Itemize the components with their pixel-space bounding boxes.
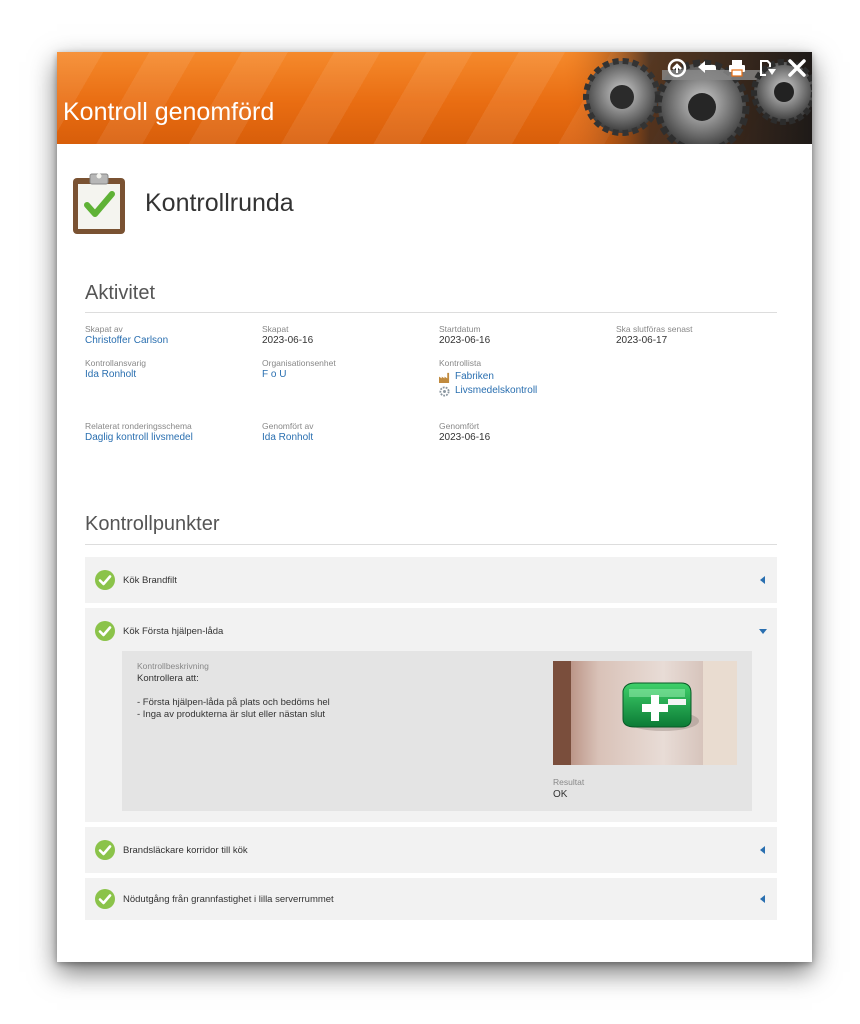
gear-icon <box>439 385 450 397</box>
field-kontrollansvarig: Kontrollansvarig Ida Ronholt <box>85 358 146 381</box>
field-label: Kontrollista <box>439 358 482 368</box>
back-arrow-icon <box>698 61 716 73</box>
schedule-link[interactable]: Daglig kontroll livsmedel <box>85 432 193 444</box>
checklist-item-livsmedel[interactable]: Livsmedelskontroll <box>439 385 537 397</box>
check-circle-icon <box>95 621 115 641</box>
chevron-left-icon <box>760 895 765 903</box>
responsible-link[interactable]: Ida Ronholt <box>85 369 146 381</box>
export-button[interactable] <box>756 57 778 79</box>
checkpoint-header[interactable]: Brandsläckare korridor till kök <box>85 827 777 873</box>
header-toolbar <box>666 57 808 79</box>
page-heading: Kontrollrunda <box>73 172 294 234</box>
description-line: - Första hjälpen-låda på plats och bedöm… <box>137 697 330 708</box>
chevron-left-icon <box>760 846 765 854</box>
dialog-header: Kontroll genomförd <box>57 52 812 144</box>
page-title: Kontrollrunda <box>145 188 294 217</box>
close-icon <box>788 59 806 77</box>
description-line: - Inga av produkterna är slut eller näst… <box>137 709 325 720</box>
checklist-link: Fabriken <box>455 371 494 382</box>
field-value: 2023-06-16 <box>262 335 314 346</box>
field-skapat-av: Skapat av Christoffer Carlson <box>85 324 168 347</box>
performed-by-link[interactable]: Ida Ronholt <box>262 432 314 444</box>
org-unit-link[interactable]: F o U <box>262 369 336 381</box>
dialog-title: Kontroll genomförd <box>63 98 275 126</box>
checkpoint-header[interactable]: Nödutgång från grannfastighet i lilla se… <box>85 878 777 920</box>
field-genomfort: Genomfört 2023-06-16 <box>439 421 490 444</box>
activity-section-title: Aktivitet <box>85 282 156 304</box>
print-icon <box>729 60 745 77</box>
field-label: Genomfört <box>439 421 480 431</box>
field-relaterat: Relaterat ronderingsschema Daglig kontro… <box>85 421 193 444</box>
check-circle-icon <box>95 889 115 909</box>
first-aid-box-photo[interactable] <box>553 661 737 765</box>
chevron-down-icon <box>759 629 767 634</box>
checklist-link: Livsmedelskontroll <box>455 385 538 396</box>
field-label: Kontrollansvarig <box>85 358 146 368</box>
activity-divider <box>85 312 777 313</box>
chevron-left-icon <box>760 576 765 584</box>
result-label: Resultat <box>553 777 585 787</box>
checkpoints-divider <box>85 544 777 545</box>
checkpoint-label: Nödutgång från grannfastighet i lilla se… <box>123 893 334 905</box>
checklist-item-fabriken[interactable]: Fabriken <box>439 371 537 383</box>
checkpoints-section-title: Kontrollpunkter <box>85 513 220 535</box>
check-circle-icon <box>95 840 115 860</box>
created-by-link[interactable]: Christoffer Carlson <box>85 335 168 347</box>
field-genomfort-av: Genomfört av Ida Ronholt <box>262 421 314 444</box>
field-label: Ska slutföras senast <box>616 324 693 334</box>
share-button[interactable] <box>666 57 688 79</box>
field-label: Startdatum <box>439 324 481 334</box>
checkpoint-label: Brandsläckare korridor till kök <box>123 844 248 856</box>
checkpoint-detail-panel: Kontrollbeskrivning Kontrollera att: - F… <box>122 651 752 811</box>
back-button[interactable] <box>696 57 718 79</box>
description-label: Kontrollbeskrivning <box>137 661 209 671</box>
result-value: OK <box>553 789 568 800</box>
checkpoint-item-expanded: Kök Första hjälpen-låda Kontrollbeskrivn… <box>85 608 777 822</box>
print-button[interactable] <box>726 57 748 79</box>
field-label: Skapat av <box>85 324 123 334</box>
share-icon <box>667 58 687 78</box>
checkpoint-item: Kök Brandfilt <box>85 557 777 603</box>
clipboard-check-icon <box>73 173 125 234</box>
checkpoint-header[interactable]: Kök Första hjälpen-låda <box>85 608 777 654</box>
close-button[interactable] <box>786 57 808 79</box>
field-label: Genomfört av <box>262 421 314 431</box>
description-line <box>137 685 330 697</box>
field-label: Skapat <box>262 324 289 334</box>
field-kontrollista: Kontrollista Fabriken Livsmedelskontroll <box>439 358 537 397</box>
factory-icon <box>439 372 450 383</box>
field-organisationsenhet: Organisationsenhet F o U <box>262 358 336 381</box>
field-value: 2023-06-16 <box>439 335 491 346</box>
control-dialog: Kontroll genomförd Kontrollrunda Aktivit… <box>57 52 812 962</box>
checkpoint-header[interactable]: Kök Brandfilt <box>85 557 777 603</box>
checkpoint-item: Nödutgång från grannfastighet i lilla se… <box>85 878 777 920</box>
field-skapat: Skapat 2023-06-16 <box>262 324 313 347</box>
check-circle-icon <box>95 570 115 590</box>
checkpoint-item: Brandsläckare korridor till kök <box>85 827 777 873</box>
field-label: Relaterat ronderingsschema <box>85 421 192 431</box>
description-text: Kontrollera att: - Första hjälpen-låda p… <box>137 673 330 721</box>
field-slutforas: Ska slutföras senast 2023-06-17 <box>616 324 693 347</box>
field-startdatum: Startdatum 2023-06-16 <box>439 324 490 347</box>
checkpoint-label: Kök Brandfilt <box>123 574 177 586</box>
field-value: 2023-06-16 <box>439 432 491 443</box>
field-label: Organisationsenhet <box>262 358 336 368</box>
checkpoint-label: Kök Första hjälpen-låda <box>123 625 224 637</box>
export-icon <box>760 60 776 76</box>
field-value: 2023-06-17 <box>616 335 668 346</box>
description-line: Kontrollera att: <box>137 673 199 684</box>
